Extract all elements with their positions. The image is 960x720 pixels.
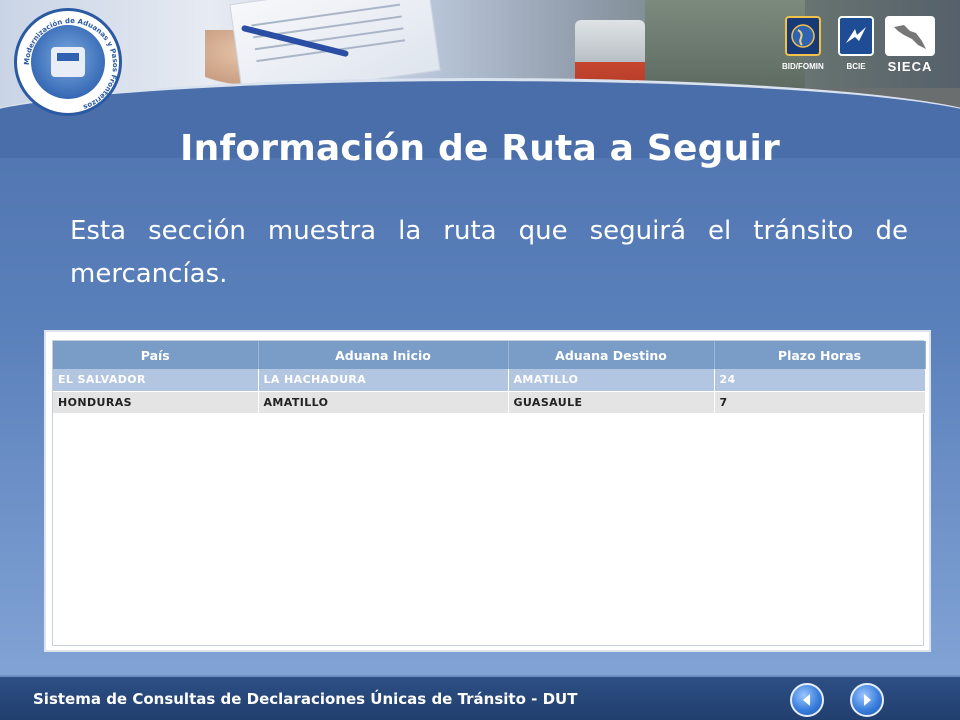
cell-pais: HONDURAS — [53, 391, 259, 414]
cell-pais: EL SALVADOR — [53, 369, 259, 392]
sponsor-label: SIECA — [887, 59, 933, 74]
sponsor-sieca: SIECA — [882, 16, 938, 82]
cell-aduana-inicio: AMATILLO — [258, 391, 509, 414]
table-row[interactable]: HONDURAS AMATILLO GUASAULE 7 — [53, 391, 926, 414]
cell-aduana-destino: AMATILLO — [508, 369, 715, 392]
program-logo: Modernización de Aduanas y Pasos Fronter… — [14, 8, 122, 116]
route-table: País Aduana Inicio Aduana Destino Plazo … — [53, 341, 926, 414]
slide-description: Esta sección muestra la ruta que seguirá… — [70, 216, 908, 289]
footer-bar: Sistema de Consultas de Declaraciones Ún… — [0, 675, 960, 720]
sponsor-bcie: BCIE — [838, 16, 874, 82]
route-grid: País Aduana Inicio Aduana Destino Plazo … — [52, 340, 926, 646]
globe-icon — [784, 16, 821, 56]
map-icon — [885, 16, 935, 56]
arrow-left-icon — [803, 694, 810, 706]
cell-plazo-horas: 7 — [714, 391, 926, 414]
sponsor-bid-fomin: BID/FOMIN — [782, 16, 824, 82]
column-header-aduana-destino[interactable]: Aduana Destino — [508, 341, 715, 369]
column-header-aduana-inicio[interactable]: Aduana Inicio — [258, 341, 509, 369]
truck-trailer-image — [645, 0, 805, 92]
slide-title: Información de Ruta a Seguir — [180, 128, 780, 169]
column-header-plazo-horas[interactable]: Plazo Horas — [714, 341, 926, 369]
bird-icon — [838, 16, 874, 56]
arrow-right-icon — [864, 694, 871, 706]
sponsor-label: BID/FOMIN — [782, 62, 824, 71]
next-slide-button[interactable] — [850, 683, 884, 717]
table-row[interactable]: EL SALVADOR LA HACHADURA AMATILLO 24 — [53, 369, 926, 392]
cell-plazo-horas: 24 — [714, 369, 926, 392]
previous-slide-button[interactable] — [790, 683, 824, 717]
footer-title: Sistema de Consultas de Declaraciones Ún… — [33, 690, 578, 708]
cell-aduana-inicio: LA HACHADURA — [258, 369, 509, 392]
route-panel: País Aduana Inicio Aduana Destino Plazo … — [44, 330, 931, 652]
sponsor-label: BCIE — [846, 62, 866, 71]
cell-aduana-destino: GUASAULE — [508, 391, 715, 414]
column-header-pais[interactable]: País — [53, 341, 259, 369]
table-header-row: País Aduana Inicio Aduana Destino Plazo … — [53, 341, 926, 369]
